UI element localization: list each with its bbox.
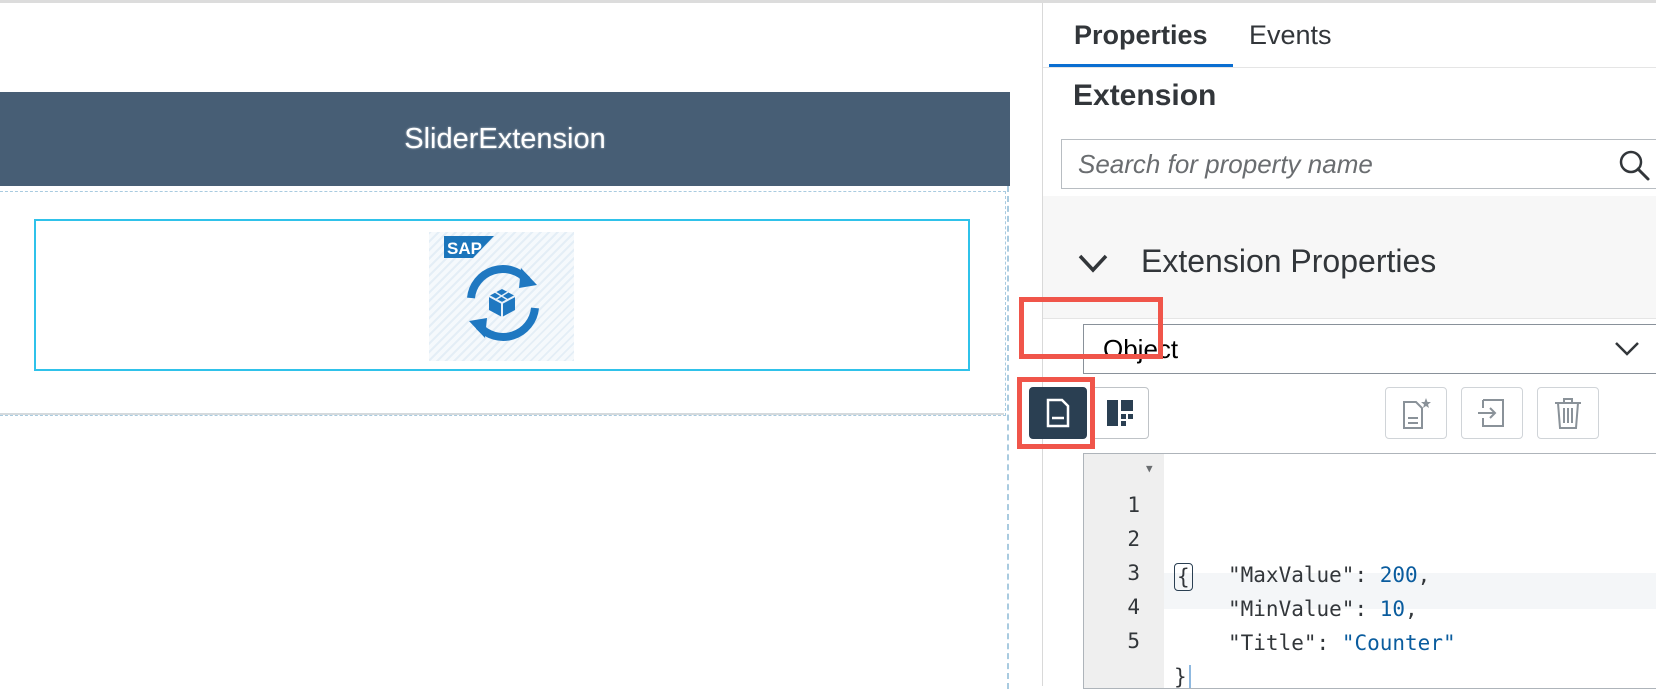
page-header-title: SliderExtension [404, 122, 606, 155]
group-title: Extension Properties [1141, 243, 1437, 279]
section-divider [0, 413, 1004, 415]
trash-icon [1555, 398, 1581, 429]
search-icon[interactable] [1617, 148, 1651, 182]
tab-events-label: Events [1249, 20, 1332, 50]
code-line: 3 "MinValue": 10, [1084, 519, 1656, 621]
section-title: Extension [1073, 79, 1217, 112]
chevron-down-icon[interactable] [1075, 245, 1111, 281]
fold-arrow-icon[interactable]: ▼ [1146, 454, 1153, 487]
canvas-edge [1007, 186, 1009, 689]
tab-events[interactable]: Events [1249, 3, 1332, 67]
search-input[interactable] [1078, 140, 1598, 188]
sap-extension-logo-icon: SAP [444, 236, 539, 341]
close-brace: } [1174, 665, 1187, 689]
import-icon [1478, 399, 1504, 427]
page-header: SliderExtension [0, 92, 1010, 186]
new-document-button[interactable] [1385, 387, 1447, 439]
sap-logo-text: SAP [447, 239, 482, 258]
active-tab-indicator [1049, 64, 1233, 67]
json-code-editor[interactable]: 1 ▼ { 2 "MaxValue": 200, 3 "MinValue": 1… [1083, 453, 1656, 689]
tab-properties-label: Properties [1074, 20, 1208, 50]
highlight-code-mode [1017, 377, 1095, 449]
document-star-icon [1403, 398, 1431, 429]
code-line: 2 "MaxValue": 200, [1084, 485, 1656, 587]
properties-panel: Properties Events Extension Extension Pr… [1017, 3, 1656, 689]
json-key: "Title" [1228, 631, 1317, 655]
delete-button[interactable] [1537, 387, 1599, 439]
text-cursor [1188, 665, 1191, 688]
dropdown-arrow-icon[interactable] [1613, 338, 1641, 358]
code-line: 1 ▼ { [1084, 454, 1656, 591]
extension-image: SAP [429, 232, 574, 361]
code-line: 5 } [1084, 587, 1656, 688]
import-button[interactable] [1461, 387, 1523, 439]
layout-icon [1107, 400, 1133, 426]
highlight-object-value [1019, 297, 1163, 359]
panel-tabs: Properties Events [1043, 3, 1656, 68]
line-number: 5 [1127, 629, 1140, 653]
form-mode-button[interactable] [1091, 387, 1149, 439]
code-line: 4 "Title": "Counter" [1084, 553, 1656, 655]
design-canvas[interactable]: SliderExtension SAP [0, 3, 1042, 689]
json-value: "Counter" [1341, 631, 1456, 655]
property-search [1061, 139, 1656, 189]
tab-properties[interactable]: Properties [1074, 3, 1208, 67]
json-separator: : [1316, 631, 1342, 655]
